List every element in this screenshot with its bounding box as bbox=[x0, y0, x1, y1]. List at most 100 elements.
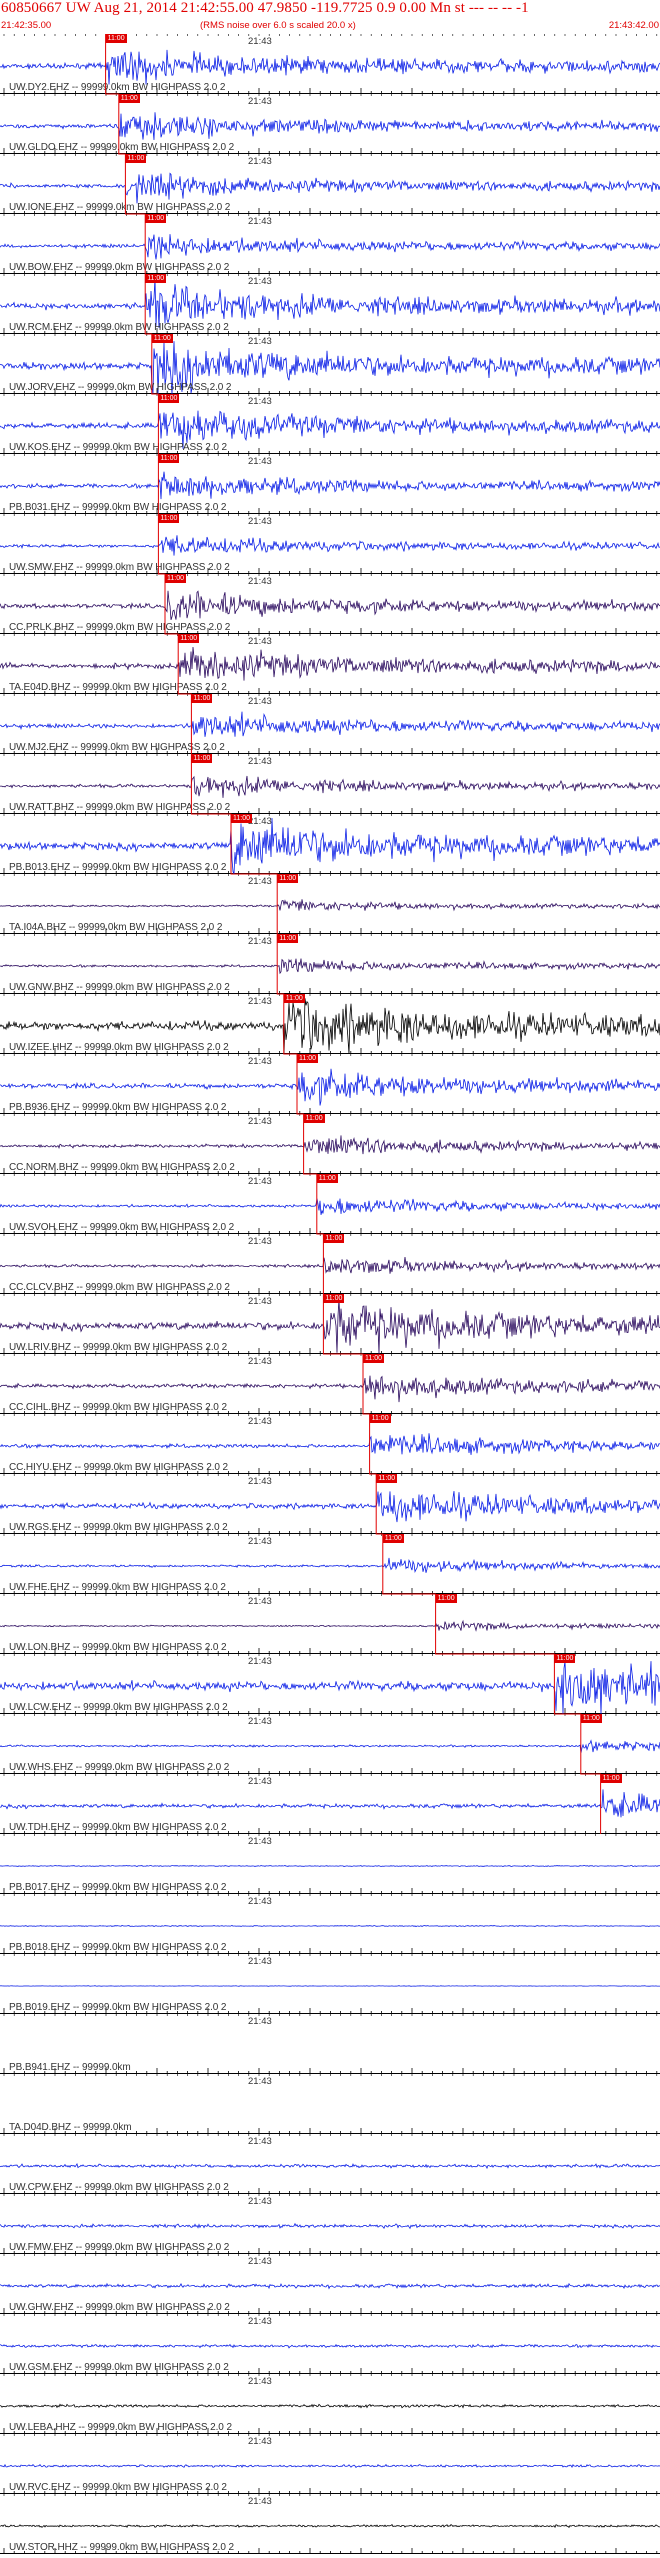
waveform bbox=[0, 1135, 660, 1155]
seismogram-panel: 21:43 PB.B013.EHZ -- 99999.0km BW HIGHPAS… bbox=[0, 814, 660, 874]
station-label: PB.B013.EHZ -- 99999.0km BW HIGHPASS 2.0… bbox=[9, 862, 227, 873]
seismogram-panel: 21:43 UW.BOW.EHZ -- 99999.0km BW HIGHPASS… bbox=[0, 214, 660, 274]
pick-marker: 11:00 bbox=[369, 1414, 391, 1423]
waveform bbox=[0, 1739, 660, 1753]
tick-time-label: 21:43 bbox=[248, 96, 272, 107]
pick-marker: 11:00 bbox=[105, 34, 127, 43]
waveform bbox=[0, 1198, 660, 1215]
start-time: 21:42:35.00 bbox=[1, 20, 52, 31]
seismogram-panel: 21:43 UW.RATT.BHZ -- 99999.0km BW HIGHPAS… bbox=[0, 754, 660, 814]
header: 60850667 UW Aug 21, 2014 21:42:55.00 47.… bbox=[0, 0, 660, 34]
seismogram-panel: 21:43 PB.B018.EHZ -- 99999.0km BW HIGHPAS… bbox=[0, 1894, 660, 1954]
station-label: UW.GLDO.EHZ -- 99999.0km BW HIGHPASS 2.0… bbox=[9, 142, 235, 153]
pick-marker: 11:00 bbox=[125, 154, 147, 163]
tick-time-label: 21:43 bbox=[248, 1956, 272, 1967]
tick-time-label: 21:43 bbox=[248, 1536, 272, 1547]
pick-marker: 11:00 bbox=[145, 214, 167, 223]
tick-time-label: 21:43 bbox=[248, 1236, 272, 1247]
seismogram-panel: 21:43 UW.LCW.EHZ -- 99999.0km BW HIGHPASS… bbox=[0, 1654, 660, 1714]
seismogram-panel: 21:43 PB.B019.EHZ -- 99999.0km BW HIGHPAS… bbox=[0, 1954, 660, 2014]
station-label: CC.PRLK.BHZ -- 99999.0km BW HIGHPASS 2.0… bbox=[9, 622, 231, 633]
seismogram-panel: 21:43 TA.I04A.BHZ -- 99999.0km BW HIGHPAS… bbox=[0, 874, 660, 934]
station-label: CC.HIYU.EHZ -- 99999.0km BW HIGHPASS 2.0… bbox=[9, 1462, 229, 1473]
seismogram-panel: 21:43 UW.LRIV.BHZ -- 99999.0km BW HIGHPAS… bbox=[0, 1294, 660, 1354]
seismogram-panel: 21:43 UW.RCM.EHZ -- 99999.0km BW HIGHPASS… bbox=[0, 274, 660, 334]
tick-time-label: 21:43 bbox=[248, 636, 272, 647]
station-label: UW.TDH.EHZ -- 99999.0km BW HIGHPASS 2.0 … bbox=[9, 1822, 227, 1833]
tick-time-label: 21:43 bbox=[248, 396, 272, 407]
waveform bbox=[0, 112, 660, 140]
waveform bbox=[0, 49, 660, 85]
pick-marker: 11:00 bbox=[303, 1114, 325, 1123]
seismogram-panel: 21:43 CC.CIHL.BHZ -- 99999.0km BW HIGHPAS… bbox=[0, 1354, 660, 1414]
tick-time-label: 21:43 bbox=[248, 1716, 272, 1727]
tick-time-label: 21:43 bbox=[248, 1416, 272, 1427]
tick-time-label: 21:43 bbox=[248, 2136, 272, 2147]
station-label: UW.MJ2.EHZ -- 99999.0km BW HIGHPASS 2.0 … bbox=[9, 742, 225, 753]
seismogram-panel: 21:43 CC.PRLK.BHZ -- 99999.0km BW HIGHPAS… bbox=[0, 574, 660, 634]
station-label: CC.CIHL.BHZ -- 99999.0km BW HIGHPASS 2.0… bbox=[9, 1402, 227, 1413]
tick-time-label: 21:43 bbox=[248, 276, 272, 287]
station-label: UW.RGS.EHZ -- 99999.0km BW HIGHPASS 2.0 … bbox=[9, 1522, 228, 1533]
pick-marker: 11:00 bbox=[158, 394, 180, 403]
waveform bbox=[0, 1257, 660, 1274]
tick-time-label: 21:43 bbox=[248, 456, 272, 467]
pick-marker: 11:00 bbox=[363, 1354, 384, 1363]
waveform bbox=[0, 2163, 660, 2170]
waveform bbox=[0, 711, 660, 737]
pick-marker: 11:00 bbox=[231, 814, 252, 823]
waveform bbox=[0, 1433, 660, 1455]
seismogram-panel: 21:43 UW.KOS.EHZ -- 99999.0km BW HIGHPASS… bbox=[0, 394, 660, 454]
pick-marker: 11:00 bbox=[323, 1294, 345, 1303]
station-label: UW.IONE.EHZ -- 99999.0km BW HIGHPASS 2.0… bbox=[9, 202, 231, 213]
pick-marker: 11:00 bbox=[178, 634, 200, 643]
seismogram-panel: 21:43 CC.HIYU.EHZ -- 99999.0km BW HIGHPAS… bbox=[0, 1414, 660, 1474]
seismogram-panel: 21:43 UW.DY2.EHZ -- 99999.0km BW HIGHPASS… bbox=[0, 34, 660, 94]
pick-marker: 11:00 bbox=[382, 1534, 404, 1543]
tick-time-label: 21:43 bbox=[248, 1896, 272, 1907]
seismogram-panel: 21:43 UW.SVOH.EHZ -- 99999.0km BW HIGHPAS… bbox=[0, 1174, 660, 1234]
pick-marker: 11:00 bbox=[297, 1054, 318, 1063]
station-label: CC.CLCV.BHZ -- 99999.0km BW HIGHPASS 2.0… bbox=[9, 1282, 230, 1293]
station-label: UW.LCW.EHZ -- 99999.0km BW HIGHPASS 2.0 … bbox=[9, 1702, 228, 1713]
tick-time-label: 21:43 bbox=[248, 876, 272, 887]
tick-time-label: 21:43 bbox=[248, 1176, 272, 1187]
seismogram-panel: 21:43 CC.NORM.BHZ -- 99999.0km BW HIGHPAS… bbox=[0, 1114, 660, 1174]
pick-marker: 11:00 bbox=[158, 514, 180, 523]
station-label: UW.FHE.EHZ -- 99999.0km BW HIGHPASS 2.0 … bbox=[9, 1582, 226, 1593]
pick-marker: 11:00 bbox=[191, 694, 213, 703]
tick-time-label: 21:43 bbox=[248, 936, 272, 947]
pick-marker: 11:00 bbox=[158, 454, 180, 463]
tick-time-label: 21:43 bbox=[248, 1296, 272, 1307]
station-label: PB.B941.EHZ -- 99999.0km bbox=[9, 2062, 131, 2073]
station-label: UW.JORV.EHZ -- 99999.0km BW HIGHPASS 2.0… bbox=[9, 382, 232, 393]
waveform bbox=[0, 1925, 660, 1928]
seismogram-panel: 21:43 CC.CLCV.BHZ -- 99999.0km BW HIGHPAS… bbox=[0, 1234, 660, 1294]
station-label: UW.IZEE.HHZ -- 99999.0km BW HIGHPASS 2.0… bbox=[9, 1042, 229, 1053]
tick-time-label: 21:43 bbox=[248, 576, 272, 587]
event-title: 60850667 UW Aug 21, 2014 21:42:55.00 47.… bbox=[1, 0, 529, 16]
seismogram-panel: 21:43 PB.B017.EHZ -- 99999.0km BW HIGHPAS… bbox=[0, 1834, 660, 1894]
waveform bbox=[0, 1864, 660, 1868]
tick-time-label: 21:43 bbox=[248, 2076, 272, 2087]
tick-time-label: 21:43 bbox=[248, 156, 272, 167]
pick-marker: 11:00 bbox=[191, 754, 213, 763]
pick-marker: 11:00 bbox=[316, 1174, 338, 1183]
seismogram-panel: 21:43 TA.D04D.BHZ -- 99999.0km bbox=[0, 2074, 660, 2134]
station-label: UW.SVOH.EHZ -- 99999.0km BW HIGHPASS 2.0… bbox=[9, 1222, 235, 1233]
waveform bbox=[0, 899, 660, 912]
seismogram-panel: 21:43 UW.WHS.EHZ -- 99999.0km BW HIGHPASS… bbox=[0, 1714, 660, 1774]
station-label: PB.B019.EHZ -- 99999.0km BW HIGHPASS 2.0… bbox=[9, 2002, 227, 2013]
station-label: UW.BOW.EHZ -- 99999.0km BW HIGHPASS 2.0 … bbox=[9, 262, 230, 273]
station-label: UW.LRIV.BHZ -- 99999.0km BW HIGHPASS 2.0… bbox=[9, 1342, 228, 1353]
seismogram-panel: 21:43 UW.GLDO.EHZ -- 99999.0km BW HIGHPAS… bbox=[0, 94, 660, 154]
station-label: UW.RATT.BHZ -- 99999.0km BW HIGHPASS 2.0… bbox=[9, 802, 231, 813]
station-label: PB.B936.EHZ -- 99999.0km BW HIGHPASS 2.0… bbox=[9, 1102, 227, 1113]
pick-marker: 11:00 bbox=[580, 1714, 602, 1723]
pick-marker: 11:00 bbox=[165, 574, 186, 583]
tick-time-label: 21:43 bbox=[248, 1596, 272, 1607]
pick-marker: 11:00 bbox=[323, 1234, 345, 1243]
waveform bbox=[0, 775, 660, 798]
waveform bbox=[0, 1619, 660, 1632]
seismogram-panel: 21:43 UW.LON.BHZ -- 99999.0km BW HIGHPASS… bbox=[0, 1594, 660, 1654]
